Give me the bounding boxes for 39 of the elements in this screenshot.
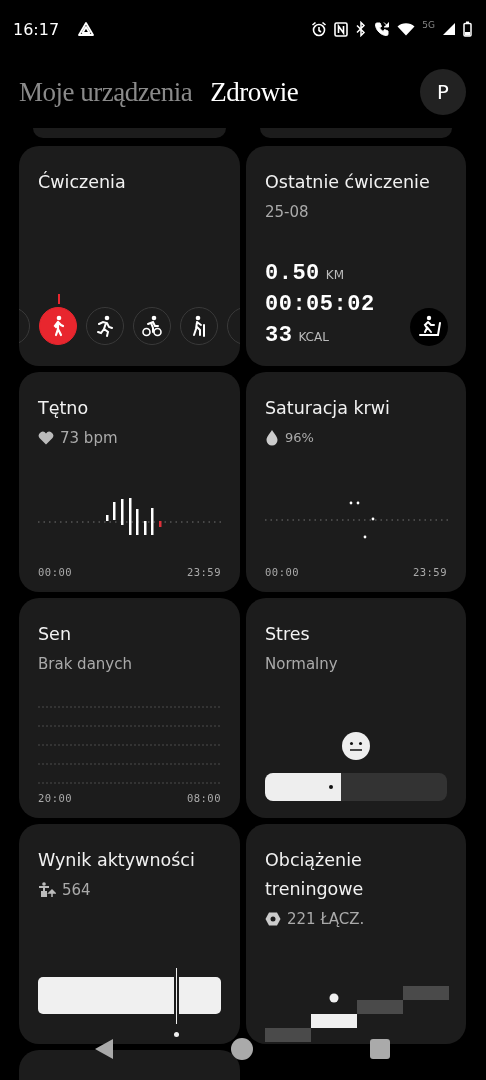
profile-avatar[interactable]: P <box>420 69 466 115</box>
reading-value: 564 <box>62 881 91 899</box>
workout-date: 25-08 <box>265 203 310 221</box>
calories-value: 33 <box>265 323 293 348</box>
axis-label: 00:00 <box>265 566 300 578</box>
health-card[interactable]: Obciążenie treningowe 221 ŁĄCZ. <box>246 824 466 1044</box>
reading-value: 73 bpm <box>60 429 118 447</box>
card-title: Ćwiczenia <box>38 170 127 194</box>
network-type: 5G <box>422 20 435 30</box>
card-title: Stres <box>265 623 311 646</box>
reading-value: 221 ŁĄCZ. <box>287 910 365 928</box>
card-title: Sen <box>38 623 72 646</box>
reading-value: 96% <box>285 430 314 445</box>
tab[interactable]: Moje urządzenia <box>19 76 211 108</box>
reading-value: Normalny <box>265 655 339 673</box>
tab[interactable]: Zdrowie <box>210 76 317 108</box>
axis-label: 23:59 <box>412 566 447 578</box>
card-title: Saturacja krwi <box>265 397 391 420</box>
card-title: Ostatnie ćwiczenie <box>265 171 431 194</box>
distance-value: 0.50 <box>265 261 320 286</box>
card-title: Tętno <box>38 397 90 420</box>
health-card[interactable]: Tętno 73 bpm 00:00 23:59 <box>19 372 240 592</box>
axis-label: 08:00 <box>186 792 221 804</box>
axis-label: 20:00 <box>38 792 73 804</box>
axis-label: 23:59 <box>186 566 221 578</box>
duration-value: 00:05:02 <box>265 292 375 317</box>
calories-unit: KCAL <box>298 330 329 344</box>
health-card[interactable]: Saturacja krwi 96% 00:00 23:59 <box>246 372 466 592</box>
health-card[interactable]: Wynik aktywności 564 <box>19 824 240 1044</box>
health-card[interactable]: Stres Normalny <box>246 598 466 818</box>
distance-unit: KM <box>325 268 345 282</box>
axis-label: 00:00 <box>38 566 73 578</box>
health-card[interactable]: Sen Brak danych 20:00 08:00 <box>19 598 240 818</box>
health-card[interactable]: Ćwiczenia <box>19 146 240 366</box>
card-title: Obciążenie treningowe <box>265 849 365 901</box>
health-card[interactable]: Ostatnie ćwiczenie 25-08 0.50 KM 00:05:02 33 KCAL <box>246 146 466 366</box>
card-title: Wynik aktywności <box>38 849 196 872</box>
status-time: 16:17 <box>13 19 60 39</box>
reading-value: Brak danych <box>38 655 133 673</box>
